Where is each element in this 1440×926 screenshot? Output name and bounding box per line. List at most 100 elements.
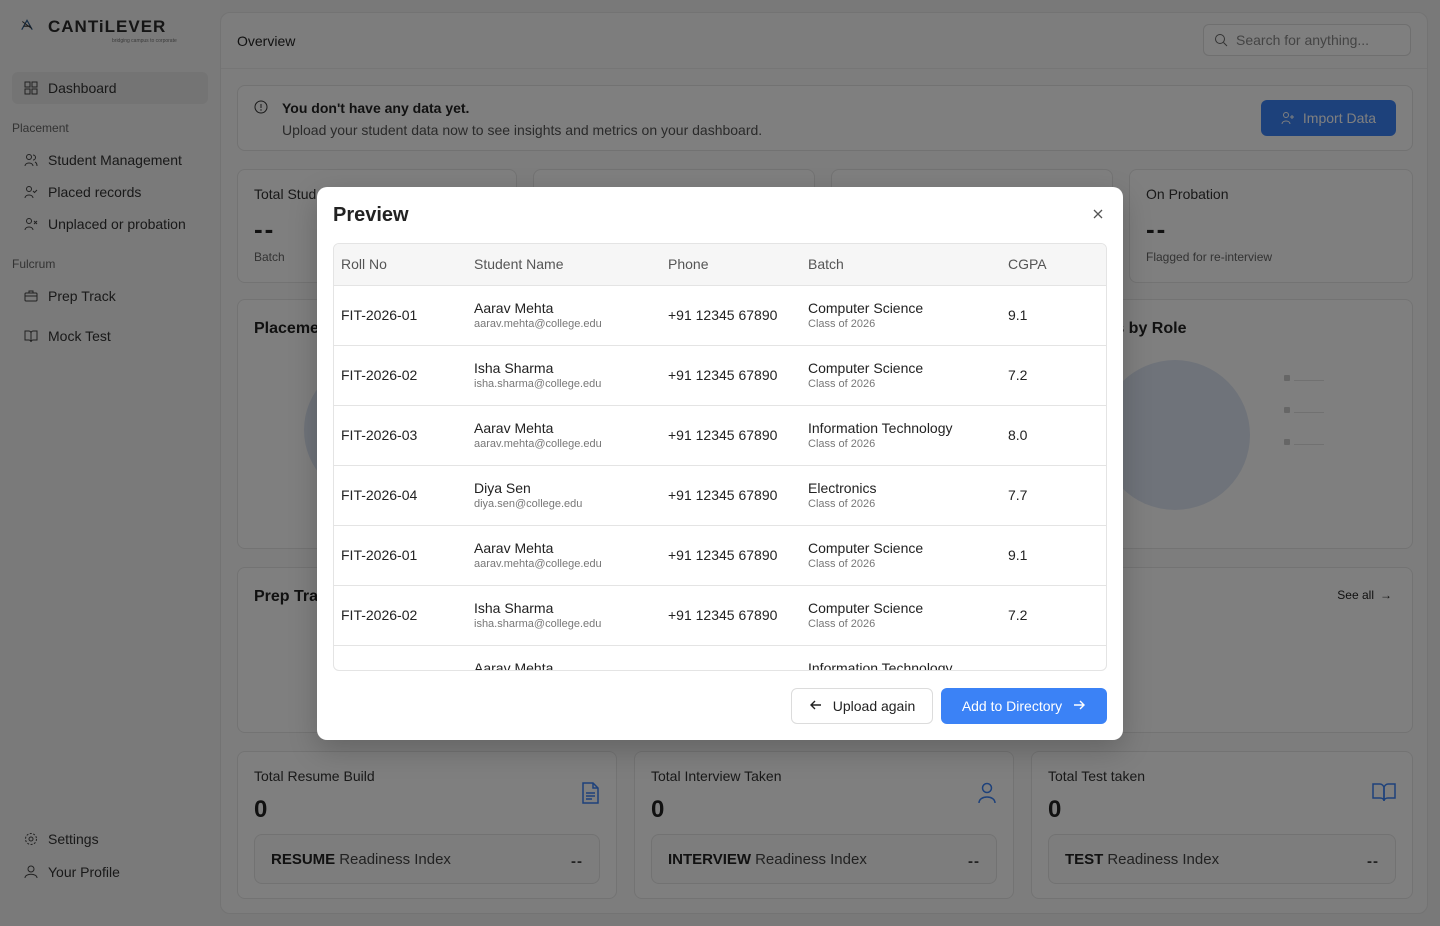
batch-name: Information Technology — [808, 660, 953, 671]
student-name: Aarav Mehta — [474, 300, 554, 316]
phone: +91 12345 67890 — [668, 667, 777, 670]
batch-class: Class of 2026 — [808, 498, 876, 510]
batch-name: Information Technology — [808, 420, 953, 436]
roll-no-cell: FIT-2026-02 — [334, 585, 474, 646]
phone: +91 12345 67890 — [668, 607, 778, 623]
batch-cell: Computer Science Class of 2026 — [808, 285, 1008, 346]
cgpa-cell: 8.0 — [1008, 405, 1106, 466]
phone: +91 12345 67890 — [668, 487, 778, 503]
student-name: Aarav Mehta — [474, 660, 554, 671]
roll-no-cell: FIT-2026-03 — [334, 405, 474, 466]
batch-name: Computer Science — [808, 360, 924, 376]
arrow-left-icon — [809, 698, 823, 715]
phone-cell: +91 12345 67890 — [668, 585, 808, 646]
batch-cell: Electronics Class of 2026 — [808, 465, 1008, 526]
student-name-cell: Aarav Mehtaaarav.mehta@college.edu — [474, 645, 668, 671]
batch-cell: Information Technology Class of 2026 — [808, 405, 1008, 466]
table-row: FIT-2026-03 Aarav Mehta aarav.mehta@colleg… — [334, 405, 1106, 466]
batch-name: Electronics — [808, 480, 877, 496]
student-email: isha.sharma@college.edu — [474, 378, 602, 390]
batch-cell: Computer Science Class of 2026 — [808, 345, 1008, 406]
close-icon[interactable] — [1091, 207, 1105, 221]
table-row: FIT-2026-02 Isha Sharma isha.sharma@colleg… — [334, 585, 1106, 646]
cgpa-cell: 8.0 — [1008, 645, 1106, 670]
student-name: Aarav Mehta — [474, 420, 554, 436]
phone-cell: +91 12345 67890 — [668, 465, 808, 526]
table-row: FIT-2026-04 Diya Sen diya.sen@college.edu +… — [334, 465, 1106, 526]
roll-no: FIT-2026-03 — [341, 667, 417, 670]
cgpa: 9.1 — [1008, 307, 1028, 323]
phone: +91 12345 67890 — [668, 547, 778, 563]
batch-name: Computer Science — [808, 540, 924, 556]
roll-no-cell: FIT-2026-01 — [334, 525, 474, 586]
phone-cell: +91 12345 67890 — [668, 525, 808, 586]
batch-cell: Computer Science Class of 2026 — [808, 585, 1008, 646]
cgpa: 7.2 — [1008, 367, 1028, 383]
student-name-cell: Isha Sharma isha.sharma@college.edu — [474, 345, 668, 406]
roll-no: FIT-2026-02 — [341, 607, 418, 623]
cgpa: 8.0 — [1008, 667, 1027, 670]
phone-cell: +91 12345 67890 — [668, 345, 808, 406]
cgpa-cell: 7.2 — [1008, 585, 1106, 646]
student-name-cell: Diya Sen diya.sen@college.edu — [474, 465, 668, 526]
roll-no-cell: FIT-2026-03 — [334, 645, 474, 670]
table-row: FIT-2026-03 Aarav Mehtaaarav.mehta@colleg… — [334, 645, 1106, 671]
table-row: FIT-2026-02 Isha Sharma isha.sharma@colleg… — [334, 345, 1106, 406]
column-header: CGPA — [1008, 244, 1106, 286]
preview-modal: Preview Roll No Student Name Phone Batch… — [317, 187, 1123, 740]
column-header: Roll No — [334, 244, 474, 286]
student-name-cell: Isha Sharma isha.sharma@college.edu — [474, 585, 668, 646]
cgpa: 8.0 — [1008, 427, 1028, 443]
upload-again-button[interactable]: Upload again — [791, 688, 933, 724]
batch-cell: Information TechnologyClass of 2026 — [808, 645, 1008, 671]
phone-cell: +91 12345 67890 — [668, 405, 808, 466]
roll-no-cell: FIT-2026-01 — [334, 285, 474, 346]
student-name-cell: Aarav Mehta aarav.mehta@college.edu — [474, 285, 668, 346]
table-header-row: Roll No Student Name Phone Batch CGPA — [334, 244, 1106, 286]
student-name: Aarav Mehta — [474, 540, 554, 556]
student-name-cell: Aarav Mehta aarav.mehta@college.edu — [474, 405, 668, 466]
add-to-directory-label: Add to Directory — [961, 698, 1063, 714]
cgpa-cell: 9.1 — [1008, 525, 1106, 586]
batch-class: Class of 2026 — [808, 618, 876, 630]
column-header: Batch — [808, 244, 1008, 286]
batch-class: Class of 2026 — [808, 378, 876, 390]
table-row: FIT-2026-01 Aarav Mehta aarav.mehta@colleg… — [334, 525, 1106, 586]
student-name: Isha Sharma — [474, 360, 554, 376]
student-name-cell: Aarav Mehta aarav.mehta@college.edu — [474, 525, 668, 586]
cgpa: 9.1 — [1008, 547, 1028, 563]
roll-no: FIT-2026-03 — [341, 427, 418, 443]
student-email: diya.sen@college.edu — [474, 498, 583, 510]
cgpa-cell: 7.7 — [1008, 465, 1106, 526]
modal-title: Preview — [333, 204, 409, 226]
phone-cell: +91 12345 67890 — [668, 645, 808, 670]
roll-no: FIT-2026-01 — [341, 307, 418, 323]
student-name: Diya Sen — [474, 480, 531, 496]
roll-no: FIT-2026-02 — [341, 367, 418, 383]
roll-no: FIT-2026-04 — [341, 487, 418, 503]
cgpa-cell: 7.2 — [1008, 345, 1106, 406]
column-header: Student Name — [474, 244, 668, 286]
roll-no-cell: FIT-2026-04 — [334, 465, 474, 526]
student-email: isha.sharma@college.edu — [474, 618, 602, 630]
student-email: aarav.mehta@college.edu — [474, 558, 602, 570]
cgpa-cell: 9.1 — [1008, 285, 1106, 346]
upload-again-label: Upload again — [832, 698, 916, 714]
student-email: aarav.mehta@college.edu — [474, 318, 602, 330]
roll-no: FIT-2026-01 — [341, 547, 418, 563]
batch-class: Class of 2026 — [808, 438, 876, 450]
preview-table[interactable]: Roll No Student Name Phone Batch CGPA FI… — [333, 243, 1107, 671]
batch-cell: Computer Science Class of 2026 — [808, 525, 1008, 586]
table-row: FIT-2026-01 Aarav Mehta aarav.mehta@colleg… — [334, 285, 1106, 346]
cgpa: 7.7 — [1008, 487, 1028, 503]
arrow-right-icon — [1072, 698, 1086, 715]
phone-cell: +91 12345 67890 — [668, 285, 808, 346]
batch-name: Computer Science — [808, 600, 924, 616]
roll-no-cell: FIT-2026-02 — [334, 345, 474, 406]
batch-class: Class of 2026 — [808, 558, 876, 570]
student-email: aarav.mehta@college.edu — [474, 438, 602, 450]
batch-name: Computer Science — [808, 300, 924, 316]
add-to-directory-button[interactable]: Add to Directory — [941, 688, 1107, 724]
phone: +91 12345 67890 — [668, 307, 778, 323]
batch-class: Class of 2026 — [808, 318, 876, 330]
